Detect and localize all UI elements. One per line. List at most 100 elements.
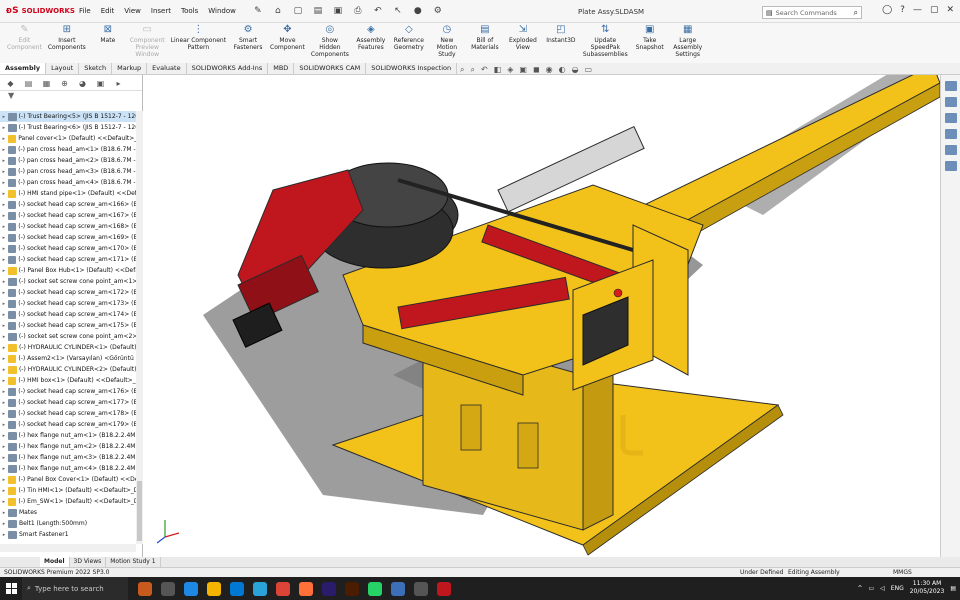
expand-arrow-icon[interactable]: ▸ (0, 136, 8, 142)
tree-item[interactable]: ▸ (-) pan cross head_am<1> (B18.6.7M - M (0, 144, 136, 155)
tree-item[interactable]: ▸ (-) socket head cap screw_am<177> (B1 (0, 397, 136, 408)
tree-item[interactable]: ▸ (-) socket head cap screw_am<172> (B1 (0, 287, 136, 298)
expand-arrow-icon[interactable]: ▸ (0, 400, 8, 406)
file-explorer-icon[interactable] (944, 113, 957, 123)
ribbon-button-0[interactable]: ✎ Edit Component (4, 23, 45, 52)
expand-arrow-icon[interactable]: ▸ (0, 378, 8, 384)
expand-arrow-icon[interactable]: ▸ (0, 158, 8, 164)
tree-item[interactable]: ▸ (-) Assem2<1> (Varsayılan) <Görüntü D (0, 353, 136, 364)
menu-edit[interactable]: Edit (96, 7, 120, 15)
tree-item[interactable]: ▸ (-) Panel Box Cover<1> (Default) <<Def (0, 474, 136, 485)
feature-tree-icon[interactable]: ◆ (5, 78, 16, 89)
solidworks-taskbar-icon[interactable] (437, 581, 451, 596)
tree-item[interactable]: ▸ (-) HMI box<1> (Default) <<Default>_D (0, 375, 136, 386)
display-manager-icon[interactable]: ◕ (77, 78, 88, 89)
app-icon-2[interactable] (391, 581, 405, 596)
tab-inspection[interactable]: SOLIDWORKS Inspection (366, 63, 458, 74)
scene-icon[interactable]: ◒ (572, 65, 579, 75)
user-icon[interactable]: ◯ (882, 5, 892, 15)
expand-arrow-icon[interactable]: ▸ (0, 510, 8, 516)
search-scope-icon[interactable]: ▤ (766, 9, 773, 17)
tree-item[interactable]: ▸ (-) hex flange nut_am<3> (B18.2.2.4M - (0, 452, 136, 463)
pin-icon[interactable]: ✎ (251, 6, 265, 16)
ribbon-button-3[interactable]: ▭ Component Preview Window (127, 23, 168, 59)
maximize-icon[interactable]: ▢ (930, 5, 939, 15)
expand-arrow-icon[interactable]: ▸ (0, 191, 8, 197)
section-view-icon[interactable]: ◧ (494, 65, 502, 75)
print-icon[interactable]: ⎙ (351, 6, 365, 16)
tab-evaluate[interactable]: Evaluate (147, 63, 187, 74)
expand-arrow-icon[interactable]: ▸ (0, 180, 8, 186)
tree-item[interactable]: ▸ Mates (0, 507, 136, 518)
tree-item[interactable]: ▸ (-) Panel Box Hub<1> (Default) <<Defa (0, 265, 136, 276)
minimize-icon[interactable]: — (913, 5, 922, 15)
expand-arrow-icon[interactable]: ▸ (0, 257, 8, 263)
photoshop-icon[interactable] (322, 581, 336, 596)
tree-item[interactable]: ▸ (-) socket head cap screw_am<178> (B1 (0, 408, 136, 419)
menu-window[interactable]: Window (203, 7, 241, 15)
weather-widget-icon[interactable] (138, 581, 152, 596)
ribbon-button-10[interactable]: ◷ New Motion Study (428, 23, 466, 59)
tab-markup[interactable]: Markup (112, 63, 148, 74)
graphics-area[interactable] (143, 75, 940, 557)
ribbon-button-13[interactable]: ◰ Instant3D (542, 23, 580, 45)
taskbar-search[interactable]: ⌕ Type here to search (22, 577, 128, 600)
save-icon[interactable]: ▣ (331, 6, 345, 16)
expand-arrow-icon[interactable]: ▸ (0, 433, 8, 439)
view-palette-icon[interactable] (944, 129, 957, 139)
expand-arrow-icon[interactable]: ▸ (0, 444, 8, 450)
rebuild-icon[interactable]: ● (411, 6, 425, 16)
tree-horizontal-scrollbar[interactable] (0, 544, 136, 552)
tree-item[interactable]: ▸ (-) socket set screw cone point_am<1> (0, 276, 136, 287)
tab-add-ins[interactable]: SOLIDWORKS Add-Ins (187, 63, 269, 74)
language-indicator[interactable]: ENG (891, 585, 904, 592)
expand-arrow-icon[interactable]: ▸ (0, 246, 8, 252)
tree-item[interactable]: ▸ (-) socket head cap screw_am<167> (B1 (0, 210, 136, 221)
tab-assembly[interactable]: Assembly (0, 63, 47, 74)
tree-item[interactable]: ▸ (-) HYDRAULIC CYLINDER<1> (Default) (0, 342, 136, 353)
expand-arrow-icon[interactable]: ▸ (0, 224, 8, 230)
dimxpert-icon[interactable]: ⊕ (59, 78, 70, 89)
tray-chevron-icon[interactable]: ^ (857, 585, 862, 592)
menu-tools[interactable]: Tools (176, 7, 203, 15)
tab-sketch[interactable]: Sketch (79, 63, 113, 74)
help-icon[interactable]: ? (900, 5, 905, 15)
expand-arrow-icon[interactable]: ▸ (0, 169, 8, 175)
tab-layout[interactable]: Layout (46, 63, 80, 74)
menu-insert[interactable]: Insert (146, 7, 176, 15)
appearances-icon[interactable] (944, 145, 957, 155)
ribbon-button-5[interactable]: ⚙ Smart Fasteners (229, 23, 267, 52)
taskbar-search-input[interactable]: Type here to search (35, 585, 104, 593)
expand-arrow-icon[interactable]: ▸ (0, 279, 8, 285)
notification-icon[interactable]: ▤ (950, 585, 956, 592)
expand-arrow-icon[interactable]: ▸ (0, 466, 8, 472)
app-icon[interactable] (253, 581, 267, 596)
ribbon-button-11[interactable]: ▤ Bill of Materials (466, 23, 504, 52)
expand-arrow-icon[interactable]: ▸ (0, 422, 8, 428)
app-icon-3[interactable] (414, 581, 428, 596)
chrome-icon[interactable] (276, 581, 290, 596)
expand-arrow-icon[interactable]: ▸ (0, 389, 8, 395)
undo-icon[interactable]: ↶ (371, 6, 385, 16)
zoom-to-fit-icon[interactable]: ⌕ (460, 65, 464, 75)
menu-file[interactable]: File (74, 7, 96, 15)
view-orientation-icon[interactable]: ▣ (519, 65, 527, 75)
view-settings-icon[interactable]: ▭ (585, 65, 593, 75)
ribbon-button-1[interactable]: ⊞ Insert Components (45, 23, 89, 52)
tree-item[interactable]: ▸ (-) socket head cap screw_am<176> (B1 (0, 386, 136, 397)
expand-arrow-icon[interactable]: ▸ (0, 499, 8, 505)
clock[interactable]: 11:30 AM 20/05/2023 (910, 580, 945, 596)
dynamic-annotation-icon[interactable]: ◈ (507, 65, 513, 75)
firefox-icon[interactable] (299, 581, 313, 596)
volume-icon[interactable]: ◁ (880, 585, 885, 592)
tree-item[interactable]: ▸ Panel cover<1> (Default) <<Default>_D (0, 133, 136, 144)
expand-arrow-icon[interactable]: ▸ (0, 114, 8, 120)
open-icon[interactable]: ▤ (311, 6, 325, 16)
tree-item[interactable]: ▸ Smart Fastener1 (0, 529, 136, 540)
custom-properties-icon[interactable] (944, 161, 957, 171)
tree-item[interactable]: ▸ (-) socket head cap screw_am<173> (B1 (0, 298, 136, 309)
tab-motion-study[interactable]: Motion Study 1 (106, 557, 161, 567)
expand-arrow-icon[interactable]: ▸ (0, 235, 8, 241)
tree-item[interactable]: ▸ (-) socket head cap screw_am<171> (B1 (0, 254, 136, 265)
file-explorer-icon[interactable] (207, 581, 221, 596)
